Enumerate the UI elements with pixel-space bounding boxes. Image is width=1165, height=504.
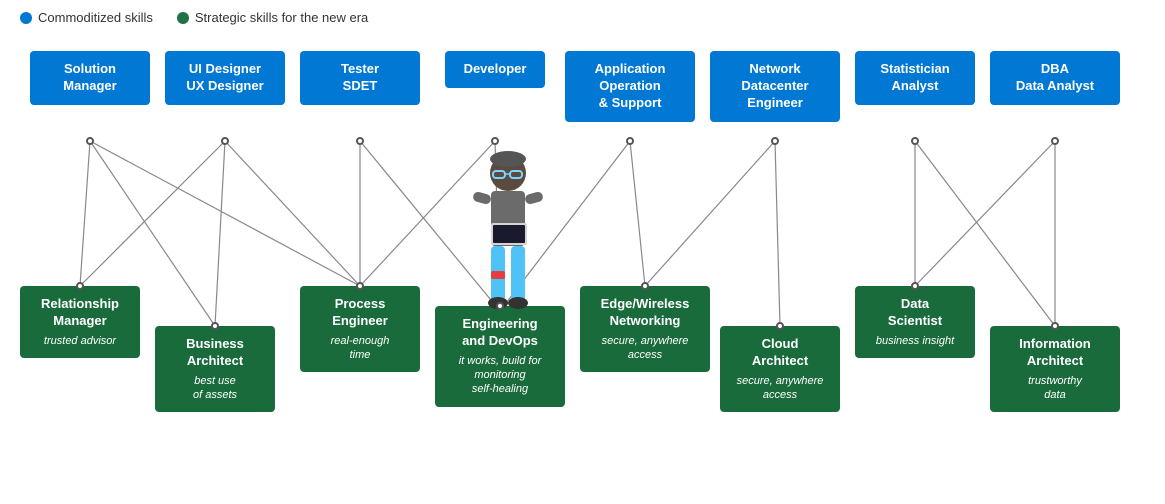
business-arch-box: BusinessArchitect best useof assets xyxy=(155,326,275,412)
edge-networking-subtitle: secure, anywhereaccess xyxy=(588,334,702,363)
tester-box: TesterSDET xyxy=(300,51,420,105)
info-arch-subtitle: trustworthydata xyxy=(998,374,1112,403)
diagram: SolutionManager UI DesignerUX Designer T… xyxy=(0,31,1165,491)
network-eng-label: NetworkDatacenterEngineer xyxy=(741,61,808,110)
statistician-box: StatisticianAnalyst xyxy=(855,51,975,105)
dot-network-eng xyxy=(771,137,779,145)
process-eng-subtitle: real-enoughtime xyxy=(308,334,412,363)
business-arch-subtitle: best useof assets xyxy=(163,374,267,403)
legend-commoditized-label: Commoditized skills xyxy=(38,10,153,25)
app-ops-box: ApplicationOperation& Support xyxy=(565,51,695,122)
network-eng-box: NetworkDatacenterEngineer xyxy=(710,51,840,122)
eng-devops-subtitle: it works, build formonitoringself-healin… xyxy=(443,354,557,397)
legend: Commoditized skills Strategic skills for… xyxy=(0,0,1165,31)
edge-networking-label: Edge/WirelessNetworking xyxy=(601,296,690,328)
dot-developer xyxy=(491,137,499,145)
cloud-arch-box: CloudArchitect secure, anywhereaccess xyxy=(720,326,840,412)
person-figure xyxy=(463,151,553,341)
dot-business-arch-top xyxy=(211,322,219,330)
dot-app-ops xyxy=(626,137,634,145)
data-scientist-subtitle: business insight xyxy=(863,334,967,348)
cloud-arch-label: CloudArchitect xyxy=(752,336,808,368)
relationship-mgr-label: RelationshipManager xyxy=(41,296,119,328)
dot-ui-designer xyxy=(221,137,229,145)
developer-box: Developer xyxy=(445,51,545,88)
dot-dba xyxy=(1051,137,1059,145)
info-arch-box: InformationArchitect trustworthydata xyxy=(990,326,1120,412)
statistician-label: StatisticianAnalyst xyxy=(880,61,949,93)
dot-process-eng-top xyxy=(356,282,364,290)
app-ops-label: ApplicationOperation& Support xyxy=(595,61,666,110)
edge-networking-box: Edge/WirelessNetworking secure, anywhere… xyxy=(580,286,710,372)
dot-edge-networking-top xyxy=(641,282,649,290)
legend-dot-green xyxy=(177,12,189,24)
developer-label: Developer xyxy=(464,61,527,76)
dot-eng-devops-top xyxy=(496,302,504,310)
dot-relationship-mgr-top xyxy=(76,282,84,290)
legend-strategic-label: Strategic skills for the new era xyxy=(195,10,368,25)
tester-label: TesterSDET xyxy=(341,61,379,93)
dba-label: DBAData Analyst xyxy=(1016,61,1094,93)
info-arch-label: InformationArchitect xyxy=(1019,336,1091,368)
dot-solution-mgr xyxy=(86,137,94,145)
dot-tester xyxy=(356,137,364,145)
ui-designer-label: UI DesignerUX Designer xyxy=(186,61,263,93)
solution-manager-box: SolutionManager xyxy=(30,51,150,105)
legend-dot-blue xyxy=(20,12,32,24)
relationship-mgr-subtitle: trusted advisor xyxy=(28,334,132,348)
legend-commoditized: Commoditized skills xyxy=(20,10,153,25)
data-scientist-box: DataScientist business insight xyxy=(855,286,975,358)
solution-manager-label: SolutionManager xyxy=(63,61,116,93)
data-scientist-label: DataScientist xyxy=(888,296,942,328)
process-eng-box: ProcessEngineer real-enoughtime xyxy=(300,286,420,372)
ui-designer-box: UI DesignerUX Designer xyxy=(165,51,285,105)
dba-box: DBAData Analyst xyxy=(990,51,1120,105)
dot-info-arch-top xyxy=(1051,322,1059,330)
cloud-arch-subtitle: secure, anywhereaccess xyxy=(728,374,832,403)
dot-statistician xyxy=(911,137,919,145)
legend-strategic: Strategic skills for the new era xyxy=(177,10,368,25)
dot-cloud-arch-top xyxy=(776,322,784,330)
relationship-mgr-box: RelationshipManager trusted advisor xyxy=(20,286,140,358)
process-eng-label: ProcessEngineer xyxy=(332,296,388,328)
dot-data-scientist-top xyxy=(911,282,919,290)
business-arch-label: BusinessArchitect xyxy=(186,336,244,368)
